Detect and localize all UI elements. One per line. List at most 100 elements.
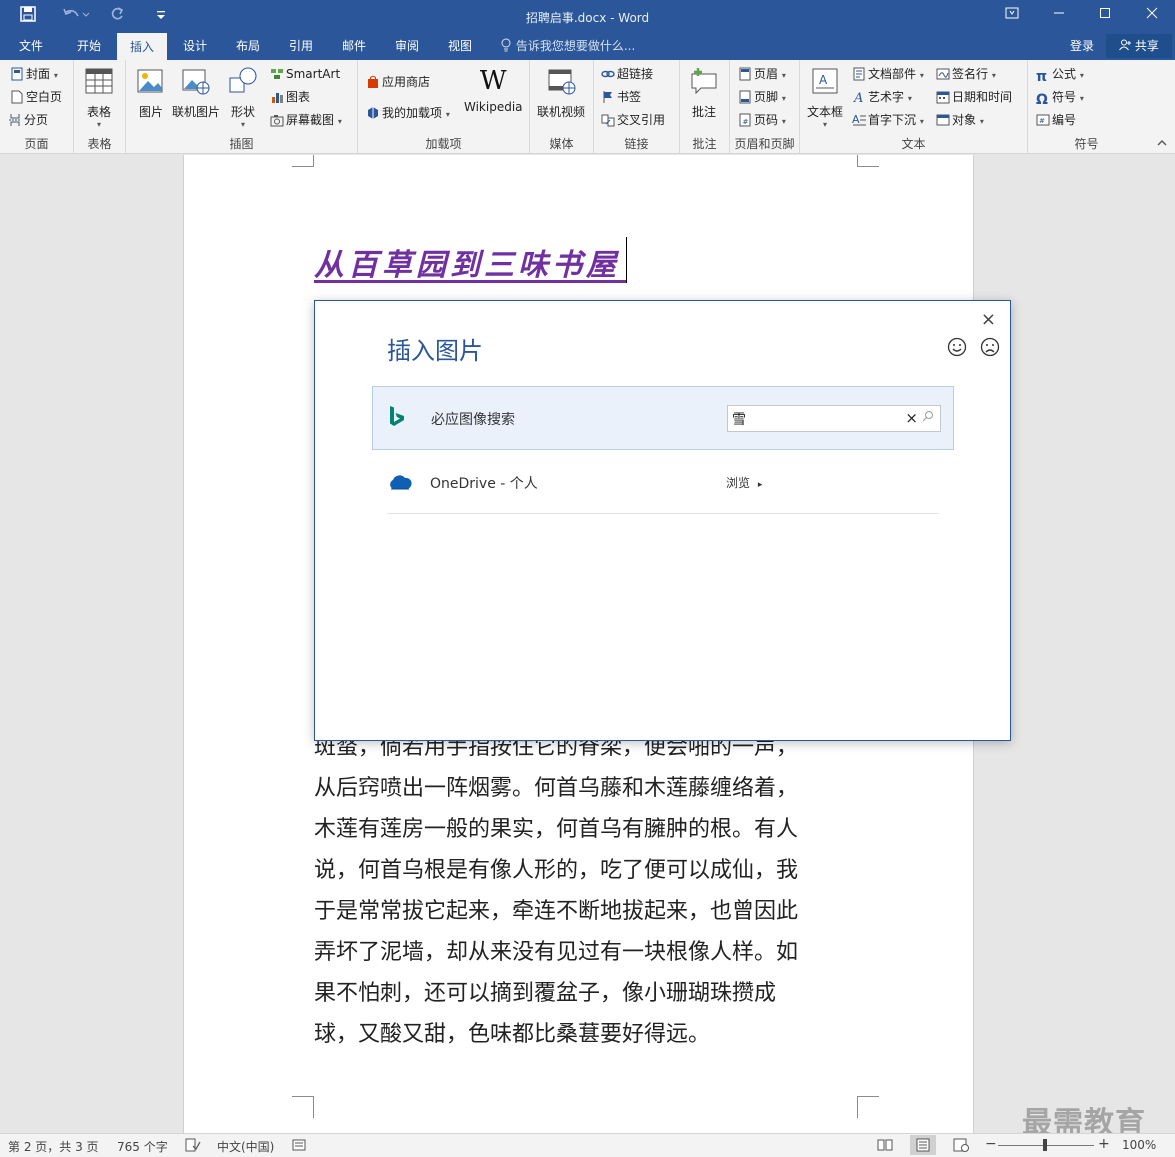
page-count[interactable]: 第 2 页，共 3 页 [8,1138,99,1155]
screenshot-button[interactable]: 屏幕截图 ▾ [270,111,342,131]
proofing-icon[interactable] [185,1138,201,1155]
zoom-slider-thumb[interactable] [1043,1139,1047,1151]
tab-review[interactable]: 审阅 [382,32,432,60]
group-addins: 应用商店 我的加载项 ▾ W Wikipedia 加载项 [358,60,530,154]
share-label: 共享 [1134,39,1159,53]
bing-search-box[interactable]: × [727,405,941,432]
paragraph-line: 果不怕刺，还可以摘到覆盆子，像小珊瑚珠攒成 [314,981,777,1006]
online-picture-icon [182,69,210,95]
read-mode-icon[interactable] [877,1138,893,1155]
group-media: 联机视频 媒体 [530,60,594,154]
online-picture-label: 联机图片 [172,105,221,119]
quick-parts-icon [853,67,865,81]
dialog-close-button[interactable]: × [981,309,996,330]
tab-layout[interactable]: 布局 [223,32,273,60]
document-title[interactable]: 从百草园到三味书屋 [314,240,620,284]
language-indicator[interactable]: 中文(中国) [217,1138,274,1155]
tab-view[interactable]: 视图 [435,32,485,60]
crop-mark [292,1096,314,1118]
tab-file[interactable]: 文件 [8,32,54,60]
minimize-button[interactable] [1039,4,1079,28]
signature-line-button[interactable]: 签名行 ▾ [936,65,996,85]
hyperlink-button[interactable]: 超链接 [601,65,653,83]
cross-reference-button[interactable]: 交叉引用 [601,111,665,129]
wordart-button[interactable]: A 艺术字 ▾ [852,88,912,108]
svg-text:#: # [743,118,749,126]
share-button[interactable]: 共享 [1106,34,1172,58]
pi-icon: π [1036,69,1048,85]
bing-search-row[interactable]: 必应图像搜索 × [372,386,954,450]
group-header-footer: 页眉 ▾ 页脚 ▾ # 页码 ▾ 页眉和页脚 [730,60,800,154]
tab-home[interactable]: 开始 [64,32,114,60]
textbox-button[interactable]: A 文本框 ▾ [807,66,843,129]
chart-button[interactable]: 图表 [270,88,310,106]
browse-link[interactable]: 浏览 ▸ [726,474,762,491]
tab-mailings[interactable]: 邮件 [329,32,379,60]
group-text: A 文本框 ▾ 文档部件 ▾ A 艺术字 ▾ A 首字下沉 ▾ 签名行 ▾ 日期和时… [800,60,1028,154]
online-picture-button[interactable]: 联机图片 [172,66,220,120]
cover-page-button[interactable]: 封面 ▾ [10,65,58,85]
wikipedia-button[interactable]: W Wikipedia [464,66,523,114]
print-layout-icon[interactable] [910,1135,936,1155]
store-button[interactable]: 应用商店 [366,73,430,91]
smile-icon[interactable] [947,337,967,357]
blank-page-button[interactable]: 空白页 [10,88,62,106]
quick-parts-button[interactable]: 文档部件 ▾ [852,65,924,85]
blank-page-icon [11,90,23,104]
picture-label: 图片 [138,105,163,119]
object-button[interactable]: 对象 ▾ [936,111,984,131]
page-number-button[interactable]: # 页码 ▾ [738,111,786,131]
link-icon [601,70,615,78]
chevron-down-icon: ▾ [240,120,245,129]
table-icon [85,68,113,94]
svg-text:A: A [853,91,863,104]
close-window-button[interactable] [1132,4,1172,28]
bing-search-input[interactable] [732,409,892,429]
numbering-button[interactable]: # 编号 [1036,111,1076,129]
tab-references[interactable]: 引用 [276,32,326,60]
ribbon-display-icon[interactable] [992,4,1032,28]
web-layout-icon[interactable] [953,1138,969,1155]
page-break-button[interactable]: 分页 [8,111,48,129]
equation-button[interactable]: π 公式 ▾ [1036,65,1084,85]
dropcap-button[interactable]: A 首字下沉 ▾ [852,111,924,131]
clear-search-button[interactable]: × [905,409,918,427]
macro-record-icon[interactable] [292,1138,306,1155]
frown-icon[interactable] [980,337,1000,357]
bookmark-button[interactable]: 书签 [601,88,641,106]
tab-insert[interactable]: 插入 [117,32,167,60]
header-button[interactable]: 页眉 ▾ [738,65,786,85]
paragraph-line: 球，又酸又甜，色味都比桑葚要好得远。 [314,1022,711,1047]
word-count[interactable]: 765 个字 [117,1138,168,1155]
title-underline [314,280,626,283]
zoom-out-button[interactable]: − [985,1136,997,1152]
paragraph-line: 说，何首乌根是有像人形的，吃了便可以成仙，我 [314,858,799,883]
zoom-level[interactable]: 100% [1122,1138,1156,1152]
body-paragraph[interactable]: 斑蝥，倘若用手指按住它的脊梁，便会啪的一声， 从后窍喷出一阵烟雾。何首乌藤和木莲… [314,727,854,1055]
online-video-button[interactable]: 联机视频 [537,66,585,120]
my-addins-button[interactable]: 我的加载项 ▾ [366,104,450,124]
person-icon [1119,39,1135,53]
search-icon[interactable] [922,410,934,425]
login-link[interactable]: 登录 [1070,32,1094,60]
table-button[interactable]: 表格 ▾ [84,66,114,129]
date-time-button[interactable]: 日期和时间 [936,88,1012,106]
group-links: 超链接 书签 交叉引用 链接 [594,60,680,154]
smartart-button[interactable]: SmartArt [270,65,340,83]
onedrive-row[interactable]: OneDrive - 个人 浏览 ▸ [387,466,939,514]
browse-label: 浏览 [726,476,751,490]
collapse-ribbon-icon[interactable] [1157,139,1167,150]
svg-text:#: # [1039,117,1045,125]
comment-button[interactable]: 批注 [689,66,719,120]
chevron-right-icon: ▸ [757,480,763,490]
footer-button[interactable]: 页脚 ▾ [738,88,786,108]
tab-design[interactable]: 设计 [170,32,220,60]
shapes-button[interactable]: 形状 ▾ [228,66,258,129]
maximize-button[interactable] [1085,4,1125,28]
omega-icon: Ω [1036,92,1048,108]
chart-icon [272,93,283,103]
picture-button[interactable]: 图片 [136,66,166,120]
symbol-button[interactable]: Ω 符号 ▾ [1036,88,1084,108]
tell-me-box[interactable]: 告诉我您想要做什么... [500,32,635,60]
zoom-in-button[interactable]: + [1098,1136,1110,1152]
